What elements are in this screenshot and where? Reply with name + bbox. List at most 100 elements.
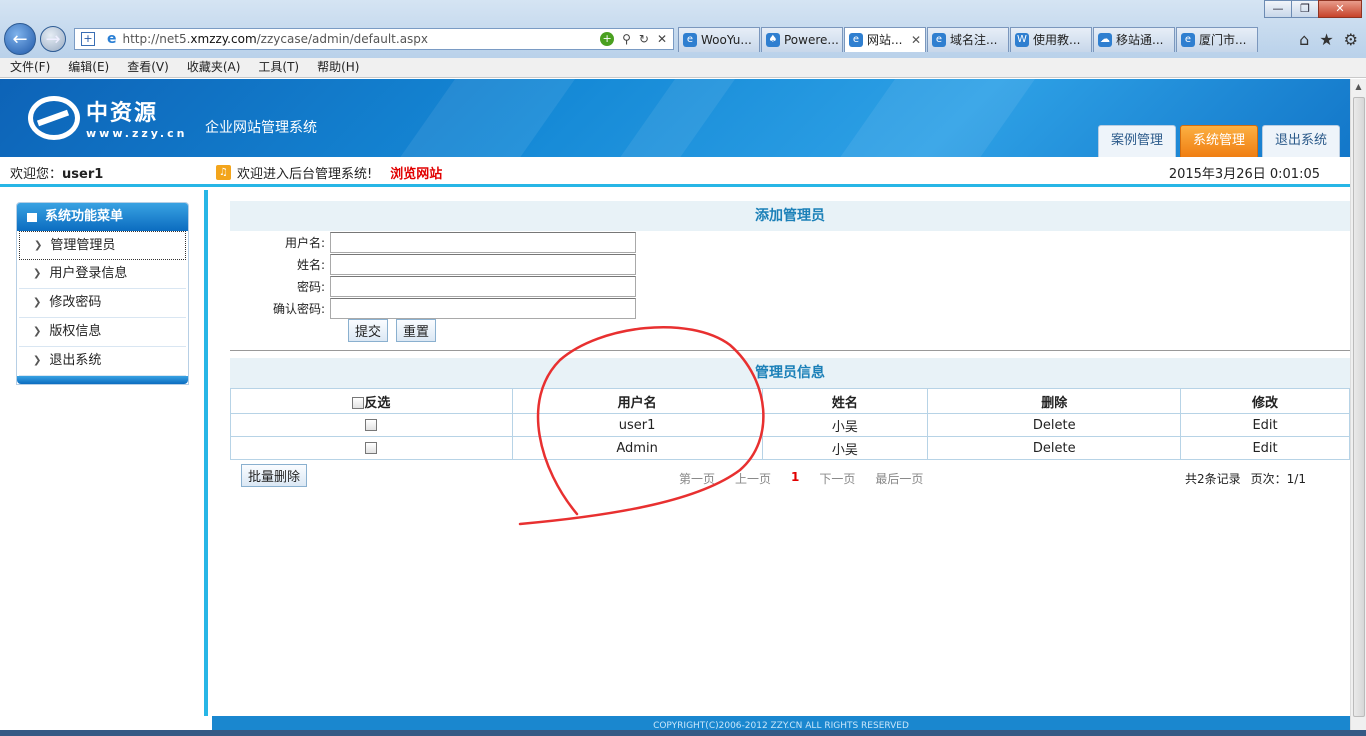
- sidebar-item-change-password[interactable]: ❯ 修改密码: [19, 289, 186, 318]
- sidebar-item-login-info[interactable]: ❯ 用户登录信息: [19, 260, 186, 289]
- password-input[interactable]: [330, 276, 636, 297]
- nav-system-management[interactable]: 系统管理: [1179, 125, 1258, 157]
- reset-button[interactable]: 重置: [396, 319, 437, 342]
- site-logo[interactable]: 中资源 www.zzy.cn: [28, 95, 187, 140]
- browser-tabs: e WooYu... ♠ Powere... e 网站... ✕ e 域名注... W 使用…: [678, 27, 1259, 52]
- favorites-star-icon[interactable]: ★: [1319, 30, 1333, 49]
- logo-text-cn: 中资源: [86, 101, 159, 126]
- ie-tab-icon: e: [683, 33, 697, 47]
- browser-tab[interactable]: e WooYu...: [678, 27, 760, 52]
- welcome-message: ♫ 欢迎进入后台管理系统! 浏览网站: [216, 163, 442, 182]
- row-checkbox[interactable]: [365, 419, 378, 431]
- username-label: 用户名:: [284, 236, 325, 250]
- nav-logout[interactable]: 退出系统: [1261, 125, 1340, 157]
- compat-view-icon[interactable]: +: [600, 32, 615, 46]
- last-page-link[interactable]: 最后一页: [875, 470, 923, 487]
- tab-label: WooYu...: [701, 33, 752, 47]
- next-page-link[interactable]: 下一页: [819, 470, 855, 487]
- row-select-cell: [230, 413, 513, 437]
- home-icon[interactable]: ⌂: [1299, 30, 1309, 49]
- close-window-icon[interactable]: ✕: [1318, 0, 1362, 18]
- browser-tab[interactable]: e 域名注...: [927, 27, 1009, 52]
- row-edit-link[interactable]: Edit: [1180, 413, 1350, 437]
- row-checkbox[interactable]: [365, 442, 378, 454]
- menu-tools[interactable]: 工具(T): [248, 58, 307, 77]
- forward-button[interactable]: →: [40, 26, 66, 52]
- search-icon[interactable]: ⚲: [622, 32, 631, 46]
- browser-right-icons: ⌂ ★ ⚙: [1299, 30, 1358, 49]
- browser-tab[interactable]: W 使用教...: [1010, 27, 1092, 52]
- vertical-scrollbar[interactable]: ▲: [1350, 79, 1366, 736]
- select-all-checkbox[interactable]: [352, 397, 365, 409]
- chevron-right-icon: ❯: [33, 268, 42, 279]
- window-icon: [27, 212, 37, 222]
- stop-icon[interactable]: ✕: [657, 32, 667, 46]
- sidebar-item-manage-admins[interactable]: ❯ 管理管理员: [19, 231, 186, 260]
- tab-label: 移站通...: [1116, 33, 1164, 47]
- page-count: 页次：1/1: [1250, 472, 1306, 486]
- browse-site-link[interactable]: 浏览网站: [390, 163, 442, 182]
- menu-help[interactable]: 帮助(H): [307, 58, 367, 77]
- column-name: 姓名: [761, 388, 929, 414]
- maximize-icon[interactable]: ❐: [1291, 0, 1319, 18]
- pager-summary: 共2条记录 页次：1/1: [1185, 470, 1306, 487]
- scroll-up-icon[interactable]: ▲: [1351, 79, 1366, 95]
- section-divider: [230, 350, 1350, 351]
- menu-favorites[interactable]: 收藏夹(A): [177, 58, 249, 77]
- password-label: 密码:: [296, 280, 325, 294]
- menu-edit[interactable]: 编辑(E): [58, 58, 117, 77]
- row-delete-link[interactable]: Delete: [927, 436, 1182, 460]
- batch-delete-button[interactable]: 批量删除: [241, 464, 308, 487]
- system-title: 企业网站管理系统: [205, 120, 317, 136]
- form-row-confirm-password: 确认密码:: [230, 298, 636, 319]
- column-username: 用户名: [511, 388, 763, 414]
- admin-table: 反选 用户名 姓名 删除 修改 user1 小吴 Delete Edit Adm…: [230, 388, 1350, 460]
- main-content: 添加管理员 用户名: 姓名: 密码: 确认密码: 提交 重置 管理员信息 反选 …: [230, 201, 1350, 492]
- welcome-prefix: 欢迎您：: [10, 167, 63, 182]
- add-tab-icon[interactable]: +: [81, 32, 95, 46]
- chevron-right-icon: ❯: [33, 355, 42, 366]
- row-delete-link[interactable]: Delete: [927, 413, 1182, 437]
- close-tab-icon[interactable]: ✕: [911, 28, 921, 52]
- submit-button[interactable]: 提交: [348, 319, 389, 342]
- globe-tab-icon: e: [932, 33, 946, 47]
- tab-label: 使用教...: [1033, 33, 1081, 47]
- browser-tab[interactable]: ☁ 移站通...: [1093, 27, 1175, 52]
- back-button[interactable]: ←: [4, 23, 36, 55]
- current-page: 1: [791, 470, 800, 484]
- url-host: xmzzy.com: [190, 32, 257, 46]
- first-page-link[interactable]: 第一页: [679, 470, 715, 487]
- speaker-icon: ♫: [216, 165, 231, 180]
- address-bar[interactable]: + e http://net5.xmzzy.com/zzycase/admin/…: [74, 28, 674, 50]
- menu-file[interactable]: 文件(F): [0, 58, 58, 77]
- row-username: Admin: [511, 436, 763, 460]
- sidebar-item-copyright[interactable]: ❯ 版权信息: [19, 318, 186, 347]
- row-edit-link[interactable]: Edit: [1180, 436, 1350, 460]
- site-header: 中资源 www.zzy.cn 企业网站管理系统 案例管理 系统管理 退出系统: [0, 79, 1350, 157]
- nav-case-management[interactable]: 案例管理: [1097, 125, 1176, 157]
- sidebar-item-logout[interactable]: ❯ 退出系统: [19, 347, 186, 376]
- scroll-thumb[interactable]: [1353, 97, 1365, 717]
- menu-view[interactable]: 查看(V): [117, 58, 177, 77]
- prev-page-link[interactable]: 上一页: [735, 470, 771, 487]
- name-input[interactable]: [330, 254, 636, 275]
- settings-gear-icon[interactable]: ⚙: [1344, 30, 1358, 49]
- pager-links: 第一页 上一页 1 下一页 最后一页: [679, 470, 923, 487]
- tab-label: 域名注...: [950, 33, 998, 47]
- ie-tab-icon: e: [849, 33, 863, 47]
- column-label: 反选: [364, 395, 391, 411]
- minimize-icon[interactable]: —: [1264, 0, 1292, 18]
- sidebar-item-label: 退出系统: [49, 353, 102, 368]
- browser-tab-active[interactable]: e 网站... ✕: [844, 27, 926, 52]
- browser-tab[interactable]: ♠ Powere...: [761, 27, 843, 52]
- sidebar: 系统功能菜单 ❯ 管理管理员 ❯ 用户登录信息 ❯ 修改密码 ❯ 版权信息 ❯ 退出系统: [0, 190, 208, 716]
- tab-label: 网站...: [867, 33, 903, 47]
- admin-info-title: 管理员信息: [230, 358, 1350, 388]
- username-input[interactable]: [330, 232, 636, 253]
- confirm-password-input[interactable]: [330, 298, 636, 319]
- sidebar-menu: 系统功能菜单 ❯ 管理管理员 ❯ 用户登录信息 ❯ 修改密码 ❯ 版权信息 ❯ 退出系统: [16, 202, 189, 385]
- address-url[interactable]: http://net5.xmzzy.com/zzycase/admin/defa…: [123, 32, 429, 46]
- refresh-icon[interactable]: ↻: [639, 32, 649, 46]
- browser-tab[interactable]: e 厦门市...: [1176, 27, 1258, 52]
- name-label: 姓名:: [296, 258, 325, 272]
